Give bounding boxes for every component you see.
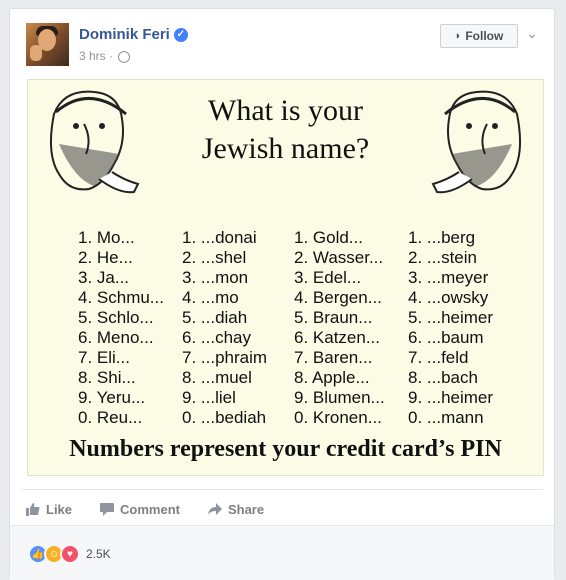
chevron-down-icon[interactable]: ⌄	[526, 25, 538, 42]
divider	[22, 489, 542, 490]
name-entry: 6. ...chay	[182, 328, 251, 347]
name-entry: 3. Edel...	[294, 268, 362, 287]
name-entry: 2. Wasser...	[294, 248, 384, 267]
share-arrow-icon	[207, 503, 222, 515]
meme-footer: Numbers represent your credit card’s PIN	[69, 436, 502, 462]
share-button[interactable]: Share	[207, 501, 265, 517]
name-entry: 1. Mo...	[78, 228, 135, 247]
name-entry: 7. ...phraim	[182, 348, 268, 367]
like-label: Like	[46, 501, 73, 517]
name-entry: 7. Baren...	[294, 348, 373, 367]
reaction-count[interactable]: 2.5K	[86, 547, 111, 561]
name-entry: 1. ...donai	[182, 228, 257, 247]
name-entry: 0. ...mann	[408, 408, 484, 427]
name-column-1: 1. Mo... 2. He... 3. Ja... 4. Schmu... 5. Sc…	[78, 228, 164, 428]
name-entry: 5. ...diah	[182, 308, 248, 327]
name-entry: 8. ...bach	[408, 368, 478, 387]
name-entry: 2. He...	[78, 248, 133, 267]
comment-icon	[100, 503, 115, 516]
globe-icon	[118, 50, 131, 63]
name-entry: 6. Katzen...	[294, 328, 380, 347]
name-entry: 0. Kronen...	[294, 408, 382, 427]
name-entry: 5. Braun...	[294, 308, 373, 327]
name-entry: 2. ...shel	[182, 248, 247, 267]
thumbs-up-icon	[26, 503, 40, 516]
name-entry: 4. Schmu...	[78, 288, 164, 307]
name-entry: 3. Ja...	[78, 268, 130, 287]
name-entry: 8. Apple...	[294, 368, 370, 387]
follow-button[interactable]: ◗ Follow	[440, 24, 518, 48]
post-time[interactable]: 3 hrs	[79, 49, 106, 63]
name-columns: 1. Mo... 2. He... 3. Ja... 4. Schmu... 5. Sc…	[78, 228, 518, 428]
name-entry: 3. ...meyer	[408, 268, 489, 287]
meme-title: What is your Jewish name?	[201, 94, 370, 165]
name-entry: 5. Schlo...	[78, 308, 154, 327]
name-entry: 3. ...mon	[182, 268, 249, 287]
comment-button[interactable]: Comment	[100, 502, 180, 517]
name-entry: 4. ...mo	[182, 288, 239, 307]
name-entry: 5. ...heimer	[408, 308, 494, 327]
action-bar: Like Comment Share	[26, 495, 264, 523]
comment-label: Comment	[120, 501, 180, 517]
author-name-line: Dominik Feri ✓	[79, 26, 188, 43]
name-entry: 0. Reu...	[78, 408, 143, 427]
name-entry: 8. Shi...	[78, 368, 136, 387]
name-entry: 9. ...heimer	[408, 388, 494, 407]
love-reaction-icon: ♥	[60, 544, 80, 564]
name-entry: 8. ...muel	[182, 368, 252, 387]
reaction-bar: 👍 ☺ ♥ 2.5K	[10, 525, 554, 580]
name-entry: 4. Bergen...	[294, 288, 382, 307]
name-entry: 1. Gold...	[294, 228, 363, 247]
author-avatar[interactable]	[26, 23, 69, 66]
name-entry: 7. Eli...	[78, 348, 130, 367]
name-column-3: 1. Gold... 2. Wasser... 3. Edel... 4. Berge…	[294, 228, 385, 428]
name-entry: 6. ...baum	[408, 328, 484, 347]
post-header: Dominik Feri ✓ 3 hrs · ◗ Follow ⌄	[26, 23, 538, 71]
name-entry: 9. ...liel	[182, 388, 236, 407]
name-entry: 6. Meno...	[78, 328, 154, 347]
name-entry: 9. Blumen...	[294, 388, 385, 407]
name-entry: 0. ...bediah	[182, 408, 267, 427]
share-label: Share	[227, 501, 265, 517]
name-column-4: 1. ...berg 2. ...stein 3. ...meyer 4. ...ow…	[408, 228, 493, 428]
post-card: Dominik Feri ✓ 3 hrs · ◗ Follow ⌄ What i…	[9, 8, 555, 580]
name-entry: 1. ...berg	[408, 228, 476, 247]
name-entry: 2. ...stein	[408, 248, 477, 267]
name-entry: 7. ...feld	[408, 348, 469, 367]
verified-icon: ✓	[173, 28, 188, 43]
reactions-summary[interactable]: 👍 ☺ ♥ 2.5K	[28, 544, 111, 564]
name-column-2: 1. ...donai 2. ...shel 3. ...mon 4. ...mo 5.…	[182, 228, 267, 428]
name-entry: 9. Yeru...	[78, 388, 146, 407]
like-button[interactable]: Like	[26, 502, 72, 517]
author-name[interactable]: Dominik Feri	[79, 26, 170, 43]
post-meta: 3 hrs ·	[79, 49, 131, 63]
name-entry: 4. ...owsky	[408, 288, 489, 307]
follow-label: Follow	[465, 29, 504, 43]
post-image[interactable]: What is your Jewish name? 1. Mo... 2. He.…	[27, 79, 544, 476]
rss-icon: ◗	[454, 30, 462, 42]
